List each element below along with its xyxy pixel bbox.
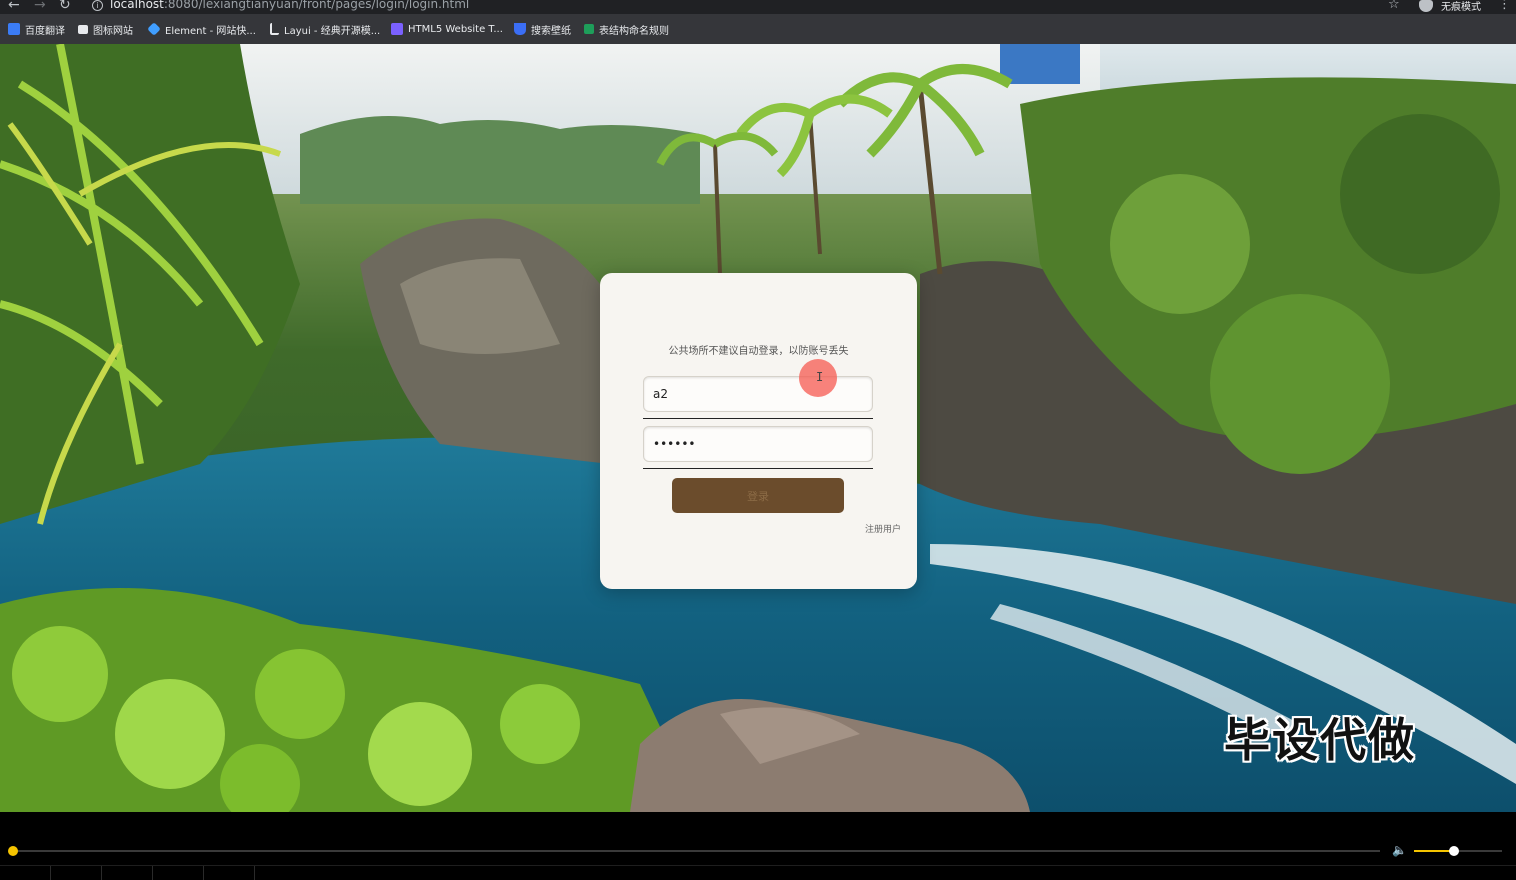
html5-icon	[391, 23, 403, 35]
username-input[interactable]	[644, 377, 872, 411]
volume-icon[interactable]: 🔈	[1392, 843, 1407, 857]
back-icon[interactable]: ←	[8, 0, 20, 12]
volume-fill	[1414, 850, 1454, 852]
player-segment-divider	[254, 866, 255, 880]
username-field[interactable]	[643, 376, 873, 412]
volume-handle[interactable]	[1448, 846, 1459, 856]
password-input[interactable]	[644, 427, 872, 461]
login-button[interactable]: 登录	[672, 478, 844, 513]
translate-icon	[8, 23, 20, 35]
forward-icon[interactable]: →	[34, 0, 46, 12]
username-underline	[643, 418, 873, 419]
browser-toolbar: ← → ↻ i localhost:8080/lexiangtianyuan/f…	[0, 0, 1516, 14]
bookmark-label: 表结构命名规则	[599, 25, 669, 37]
bookmark-star-icon[interactable]: ☆	[1388, 0, 1400, 12]
wallpaper-icon	[514, 23, 526, 35]
flag-icon	[78, 24, 88, 34]
bookmark-item[interactable]: 图标网站	[78, 22, 133, 37]
element-icon	[147, 22, 161, 36]
player-segment-divider	[152, 866, 153, 880]
info-icon[interactable]: i	[92, 0, 103, 11]
url-path: :8080/lexiangtianyuan/front/pages/login/…	[163, 0, 470, 11]
sheet-icon	[584, 24, 594, 34]
background-scene: 公共场所不建议自动登录，以防账号丢失 登录 注册用户 I 毕设代做	[0, 44, 1516, 812]
progress-handle[interactable]	[8, 846, 18, 856]
bookmarks-bar: 百度翻译 图标网站 Element - 网站快... Layui - 经典开源模…	[0, 14, 1516, 44]
layui-icon	[270, 23, 279, 35]
bookmark-label: 百度翻译	[25, 25, 65, 37]
bookmark-label: Layui - 经典开源模...	[284, 25, 381, 37]
incognito-label[interactable]: 无痕模式	[1441, 0, 1481, 13]
reload-icon[interactable]: ↻	[59, 0, 71, 12]
address-bar[interactable]: localhost:8080/lexiangtianyuan/front/pag…	[110, 0, 469, 11]
login-card: 公共场所不建议自动登录，以防账号丢失 登录 注册用户 I	[600, 273, 917, 589]
bookmark-label: Element - 网站快...	[165, 25, 256, 37]
video-player-bar: 🔈	[0, 812, 1516, 880]
incognito-icon[interactable]	[1419, 0, 1433, 12]
bookmark-label: 图标网站	[93, 25, 133, 37]
player-segment-divider	[101, 866, 102, 880]
bookmark-item[interactable]: 表结构命名规则	[584, 22, 669, 37]
player-divider	[0, 865, 1516, 866]
bookmark-label: HTML5 Website T...	[408, 23, 503, 35]
url-host: localhost	[110, 0, 164, 11]
register-link[interactable]: 注册用户	[865, 522, 901, 535]
bookmark-item[interactable]: Element - 网站快...	[147, 22, 256, 37]
player-segment-divider	[203, 866, 204, 880]
bookmark-item[interactable]: 搜索壁纸	[514, 22, 571, 37]
progress-track[interactable]	[12, 850, 1380, 852]
text-cursor-icon: I	[816, 370, 824, 384]
player-segment-divider	[50, 866, 51, 880]
watermark-text: 毕设代做	[1224, 713, 1416, 767]
password-underline	[643, 468, 873, 469]
bookmark-label: 搜索壁纸	[531, 25, 571, 37]
bookmark-item[interactable]: 百度翻译	[8, 22, 65, 37]
auto-login-notice: 公共场所不建议自动登录，以防账号丢失	[668, 346, 849, 357]
bookmark-item[interactable]: HTML5 Website T...	[391, 22, 503, 36]
password-field[interactable]	[643, 426, 873, 462]
more-menu-icon[interactable]: ⋮	[1498, 0, 1511, 12]
bookmark-item[interactable]: Layui - 经典开源模...	[270, 22, 381, 37]
